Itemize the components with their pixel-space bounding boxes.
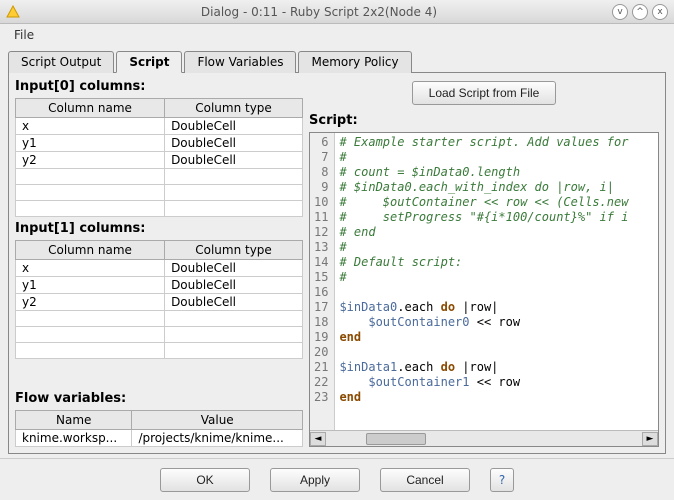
cell: /projects/knime/knime...	[132, 430, 303, 447]
window-title: Dialog - 0:11 - Ruby Script 2x2(Node 4)	[26, 5, 612, 19]
cell: DoubleCell	[165, 152, 303, 169]
col-name-header[interactable]: Column name	[16, 241, 165, 260]
cell: y2	[16, 152, 165, 169]
input0-label: Input[0] columns:	[15, 79, 303, 94]
tab-memory-policy[interactable]: Memory Policy	[298, 51, 411, 73]
cell: knime.worksp...	[16, 430, 132, 447]
col-name-header[interactable]: Column name	[16, 99, 165, 118]
scroll-right-button[interactable]: ►	[642, 432, 658, 446]
titlebar[interactable]: Dialog - 0:11 - Ruby Script 2x2(Node 4) …	[0, 0, 674, 24]
minimize-button[interactable]: v	[612, 4, 628, 20]
table-row[interactable]: xDoubleCell	[16, 118, 303, 135]
table-row[interactable]: xDoubleCell	[16, 260, 303, 277]
cell: DoubleCell	[165, 294, 303, 311]
code-area[interactable]: # Example starter script. Add values for…	[335, 133, 658, 430]
file-menu[interactable]: File	[8, 26, 40, 44]
scroll-track[interactable]	[326, 432, 642, 446]
button-bar: OK Apply Cancel ?	[0, 458, 674, 500]
h-scrollbar[interactable]: ◄ ►	[310, 430, 658, 446]
scroll-thumb[interactable]	[366, 433, 426, 445]
cell: x	[16, 118, 165, 135]
cell: y1	[16, 277, 165, 294]
table-row[interactable]: y2DoubleCell	[16, 152, 303, 169]
flow-table[interactable]: Name Value knime.worksp.../projects/knim…	[15, 410, 303, 447]
col-type-header[interactable]: Column type	[165, 99, 303, 118]
tab-script-output[interactable]: Script Output	[8, 51, 114, 73]
load-script-button[interactable]: Load Script from File	[412, 81, 557, 105]
flow-label: Flow variables:	[15, 391, 303, 406]
help-button[interactable]: ?	[490, 468, 514, 492]
close-button[interactable]: x	[652, 4, 668, 20]
name-header[interactable]: Name	[16, 411, 132, 430]
tab-flow-variables[interactable]: Flow Variables	[184, 51, 296, 73]
input0-table[interactable]: Column name Column type xDoubleCelly1Dou…	[15, 98, 303, 217]
tabs: Script Output Script Flow Variables Memo…	[8, 50, 666, 73]
line-gutter: 67891011121314151617181920212223	[310, 133, 335, 430]
cell: DoubleCell	[165, 135, 303, 152]
cell: DoubleCell	[165, 260, 303, 277]
script-editor[interactable]: 67891011121314151617181920212223 # Examp…	[309, 132, 659, 447]
menubar: File	[0, 24, 674, 46]
cell: DoubleCell	[165, 118, 303, 135]
table-row[interactable]: y1DoubleCell	[16, 135, 303, 152]
app-icon	[6, 5, 20, 19]
script-panel: Input[0] columns: Column name Column typ…	[8, 73, 666, 454]
apply-button[interactable]: Apply	[270, 468, 360, 492]
cell: DoubleCell	[165, 277, 303, 294]
maximize-button[interactable]: ^	[632, 4, 648, 20]
ok-button[interactable]: OK	[160, 468, 250, 492]
col-type-header[interactable]: Column type	[165, 241, 303, 260]
table-row[interactable]: y1DoubleCell	[16, 277, 303, 294]
tab-script[interactable]: Script	[116, 51, 182, 73]
value-header[interactable]: Value	[132, 411, 303, 430]
table-row[interactable]: knime.worksp.../projects/knime/knime...	[16, 430, 303, 447]
script-label: Script:	[309, 113, 659, 128]
dialog-window: Dialog - 0:11 - Ruby Script 2x2(Node 4) …	[0, 0, 674, 500]
table-row[interactable]: y2DoubleCell	[16, 294, 303, 311]
cell: y1	[16, 135, 165, 152]
cell: y2	[16, 294, 165, 311]
cancel-button[interactable]: Cancel	[380, 468, 470, 492]
input1-table[interactable]: Column name Column type xDoubleCelly1Dou…	[15, 240, 303, 359]
input1-label: Input[1] columns:	[15, 221, 303, 236]
scroll-left-button[interactable]: ◄	[310, 432, 326, 446]
cell: x	[16, 260, 165, 277]
